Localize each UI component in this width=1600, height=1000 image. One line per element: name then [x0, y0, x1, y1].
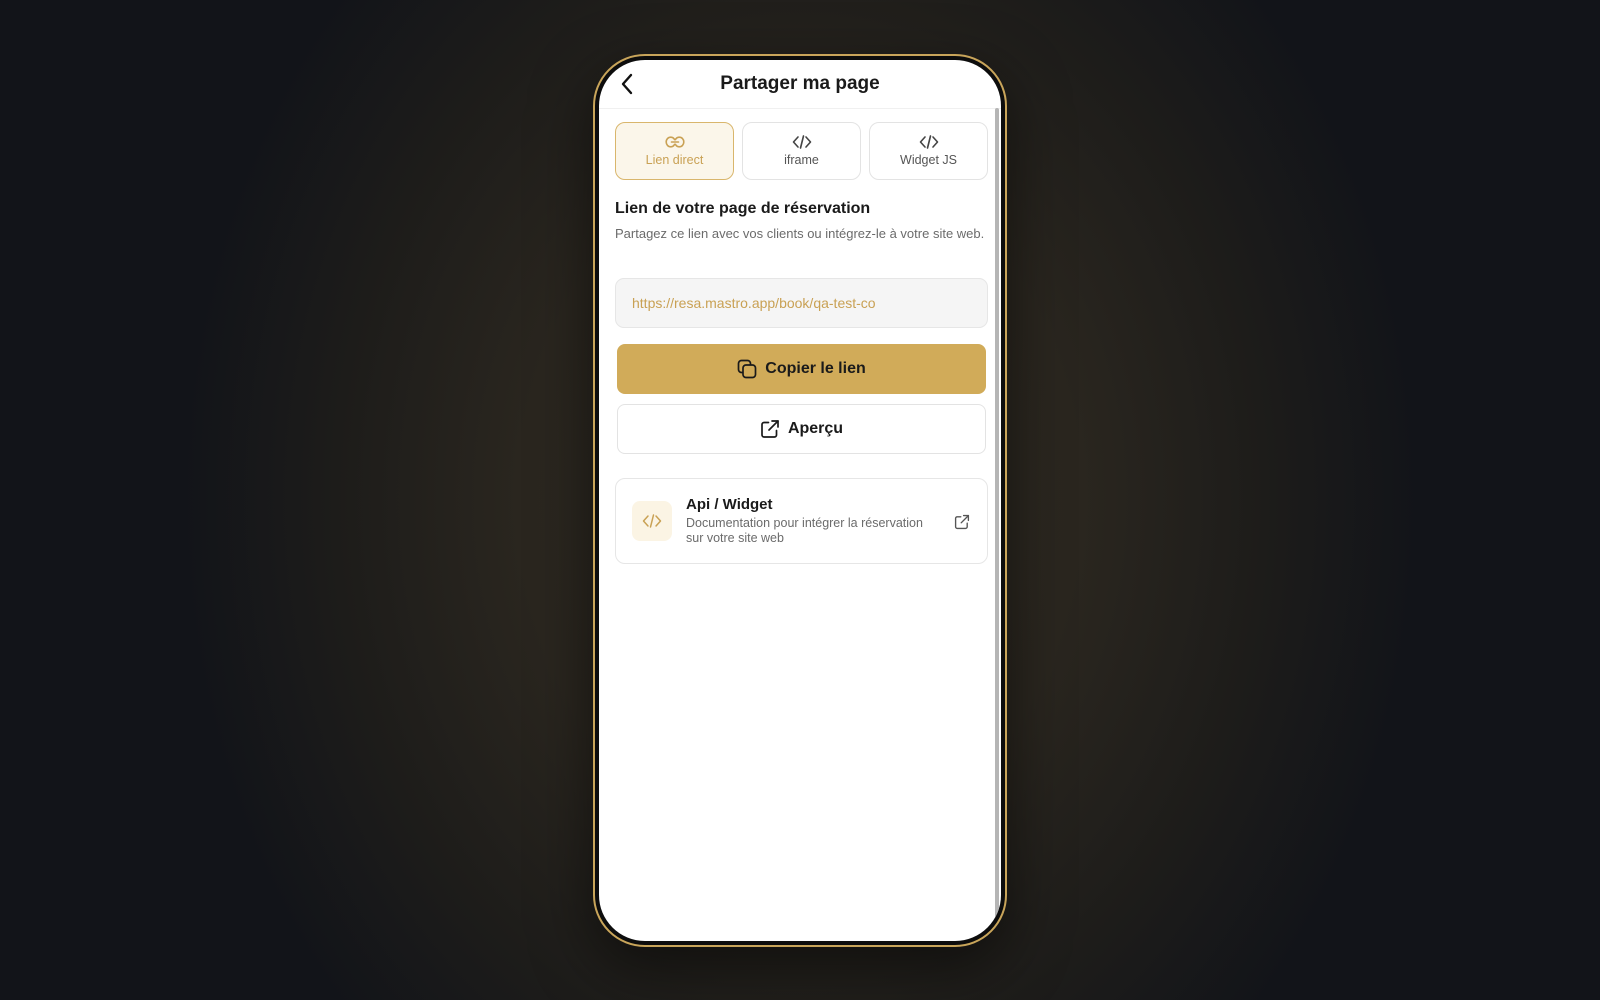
- code-icon: [792, 135, 811, 149]
- external-link-icon: [761, 420, 779, 438]
- copy-icon: [737, 359, 757, 379]
- tab-label: Lien direct: [645, 153, 704, 167]
- booking-link-field[interactable]: https://resa.mastro.app/book/qa-test-co: [615, 278, 988, 328]
- api-card-title: Api / Widget: [686, 496, 773, 513]
- tab-direct-link[interactable]: Lien direct: [615, 122, 734, 180]
- code-icon: [642, 514, 662, 528]
- code-icon: [919, 135, 938, 149]
- tab-label: Widget JS: [900, 153, 957, 167]
- copy-link-label: Copier le lien: [765, 360, 866, 377]
- copy-link-button[interactable]: Copier le lien: [617, 344, 986, 394]
- top-bar: Partager ma page: [599, 60, 1001, 109]
- app-screen: Partager ma page Lien direct iframe Widg…: [599, 60, 1001, 941]
- phone-frame: Partager ma page Lien direct iframe Widg…: [593, 54, 1007, 947]
- section-description: Partagez ce lien avec vos clients ou int…: [615, 226, 985, 241]
- page-title: Partager ma page: [720, 73, 880, 94]
- section-title: Lien de votre page de réservation: [615, 200, 871, 217]
- api-card-open: [953, 513, 971, 531]
- api-widget-card[interactable]: Api / Widget Documentation pour intégrer…: [615, 478, 988, 564]
- share-mode-tabs: Lien direct iframe Widget JS: [615, 122, 988, 182]
- tab-iframe[interactable]: iframe: [742, 122, 861, 180]
- preview-label: Aperçu: [787, 420, 844, 437]
- link-icon: [664, 136, 685, 148]
- preview-button[interactable]: Aperçu: [617, 404, 986, 454]
- api-icon-box: [632, 501, 672, 541]
- api-card-description: Documentation pour intégrer la réservati…: [686, 516, 923, 545]
- tab-widget-js[interactable]: Widget JS: [869, 122, 988, 180]
- external-link-icon: [954, 514, 970, 530]
- scrollbar[interactable]: [995, 108, 999, 941]
- tab-label: iframe: [784, 153, 819, 167]
